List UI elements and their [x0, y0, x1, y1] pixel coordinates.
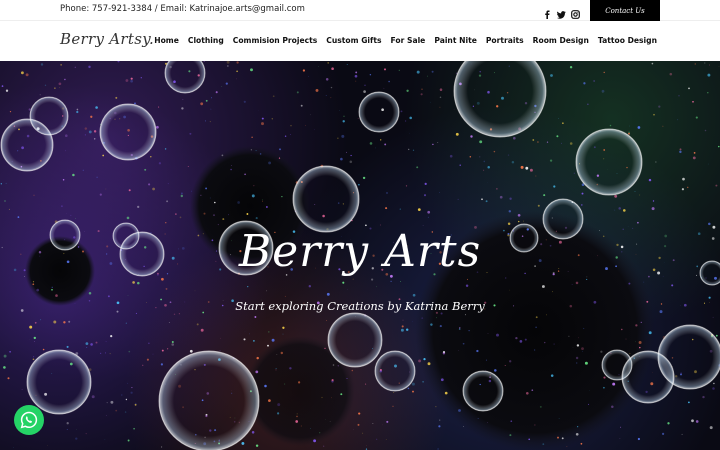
social-links [543, 4, 580, 19]
nav-room-design[interactable]: Room Design [533, 36, 589, 45]
top-bar: Phone: 757-921-3384 / Email: Katrinajoe.… [0, 0, 720, 21]
nav-custom-gifts[interactable]: Custom Gifts [326, 36, 381, 45]
contact-info: Phone: 757-921-3384 / Email: Katrinajoe.… [60, 4, 305, 14]
nav-clothing[interactable]: Clothing [188, 36, 224, 45]
main-navigation: Berry Artsy. Home Clothing Commision Pro… [0, 21, 720, 61]
contact-us-button[interactable]: Contact Us [590, 0, 660, 21]
twitter-icon[interactable] [557, 4, 566, 19]
nav-for-sale[interactable]: For Sale [391, 36, 426, 45]
nav-commision-projects[interactable]: Commision Projects [233, 36, 318, 45]
nav-portraits[interactable]: Portraits [486, 36, 524, 45]
nav-tattoo-design[interactable]: Tattoo Design [598, 36, 657, 45]
menu: Home Clothing Commision Projects Custom … [154, 36, 657, 45]
hero-banner: Berry Arts Start exploring Creations by … [0, 61, 720, 450]
site-logo[interactable]: Berry Artsy. [60, 30, 154, 48]
hero-subtitle: Start exploring Creations by Katrina Ber… [235, 299, 485, 313]
whatsapp-button[interactable] [14, 405, 44, 435]
hero-title: Berry Arts [238, 226, 482, 277]
instagram-icon[interactable] [571, 4, 580, 19]
nav-paint-nite[interactable]: Paint Nite [434, 36, 477, 45]
nav-home[interactable]: Home [154, 36, 179, 45]
facebook-icon[interactable] [543, 4, 551, 19]
whatsapp-icon [20, 411, 38, 429]
